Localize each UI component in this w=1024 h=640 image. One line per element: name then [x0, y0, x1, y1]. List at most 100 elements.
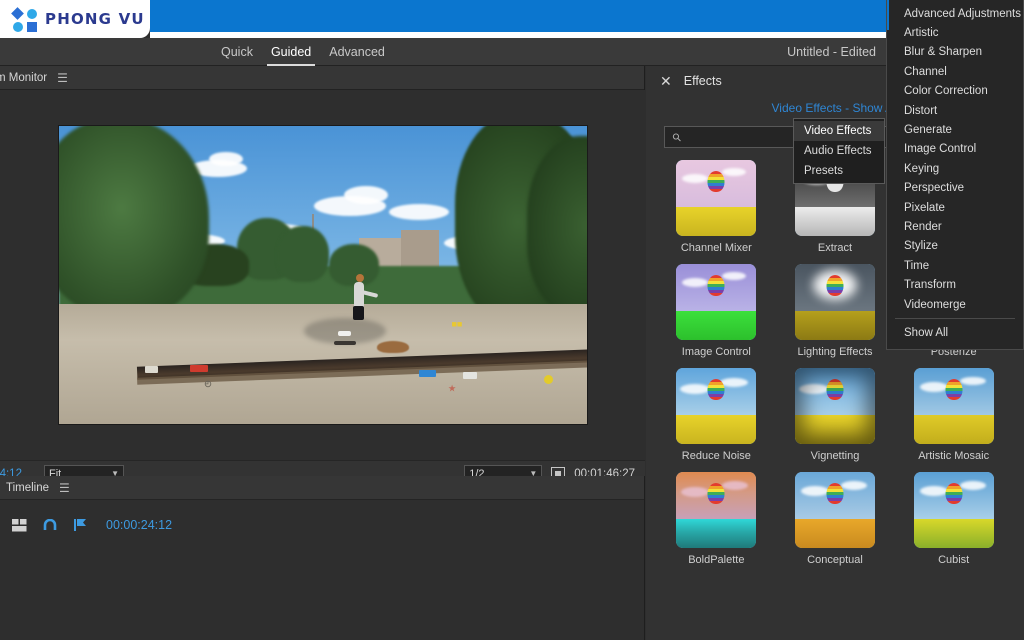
timeline-current-timecode[interactable]: 00:00:24:12 [106, 518, 172, 532]
menu-divider [895, 318, 1015, 320]
menu-item-show-all[interactable]: Show All [887, 323, 1023, 342]
effect-thumbnail [913, 472, 994, 548]
timeline-toolbar: 00:00:24:12 [0, 514, 645, 536]
effect-thumbnail [676, 368, 757, 444]
effect-label: Image Control [681, 346, 751, 358]
tab-guided[interactable]: Guided [262, 38, 320, 66]
monitor-menu-icon[interactable]: ☰ [57, 72, 68, 84]
dropdown-item-presets[interactable]: Presets [794, 161, 884, 181]
effect-thumbnail [794, 472, 875, 548]
monitor-tab-bar: m Monitor ☰ [0, 66, 644, 90]
effect-label: BoldPalette [688, 554, 745, 566]
effect-thumbnail [794, 264, 875, 340]
marker-flag-icon[interactable] [73, 518, 88, 532]
skater-shoe [337, 331, 351, 336]
skater-body [353, 282, 364, 308]
effect-item[interactable]: BoldPalette [664, 472, 769, 566]
sticker [543, 375, 553, 384]
timeline-menu-icon[interactable]: ☰ [59, 482, 70, 494]
effect-label: Cubist [938, 554, 970, 566]
sticker [418, 370, 436, 377]
cloud [343, 186, 388, 204]
menu-item-transform[interactable]: Transform [887, 275, 1023, 294]
sticker [144, 366, 158, 373]
document-title: Untitled - Edited [787, 44, 876, 59]
effect-item[interactable]: Reduce Noise [664, 368, 769, 462]
menu-item-generate[interactable]: Generate [887, 120, 1023, 139]
magnet-snap-icon[interactable] [43, 518, 57, 532]
video-stage: ◴ ★ ■■ [0, 90, 645, 460]
tree [276, 226, 329, 282]
timeline-tools [0, 518, 88, 532]
skater-head [355, 274, 364, 282]
tab-quick[interactable]: Quick [212, 38, 262, 66]
graffiti: ■■ [451, 319, 463, 329]
effect-label: Vignetting [810, 450, 860, 462]
effect-item[interactable]: Channel Mixer [664, 160, 769, 254]
menu-item-image-control[interactable]: Image Control [887, 140, 1023, 159]
menu-item-artistic[interactable]: Artistic [887, 23, 1023, 42]
menu-item-perspective[interactable]: Perspective [887, 179, 1023, 198]
cloud [208, 152, 243, 166]
tree [328, 244, 379, 286]
menu-accent-bar [887, 0, 889, 30]
effect-label: Artistic Mosaic [918, 450, 990, 462]
application-window: PHONG VU Quick Guided Advanced Untitled … [0, 0, 1024, 640]
effects-category-menu: Advanced Adjustments Artistic Blur & Sha… [886, 0, 1024, 350]
effect-label: Reduce Noise [681, 450, 751, 462]
effects-panel-title: Effects [683, 74, 722, 88]
menu-item-blur-sharpen[interactable]: Blur & Sharpen [887, 43, 1023, 62]
effects-filter-link[interactable]: Video Effects - Show All [772, 101, 899, 115]
effect-thumbnail [676, 264, 757, 340]
skateboard [333, 341, 356, 345]
menu-item-color-correction[interactable]: Color Correction [887, 82, 1023, 101]
sticker [462, 372, 477, 379]
dropdown-item-video-effects[interactable]: Video Effects [794, 121, 884, 141]
dropdown-item-audio-effects[interactable]: Audio Effects [794, 141, 884, 161]
effect-thumbnail [676, 472, 757, 548]
effect-thumbnail [794, 368, 875, 444]
effect-item[interactable]: Artistic Mosaic [901, 368, 1006, 462]
effect-item[interactable]: Cubist [901, 472, 1006, 566]
app-top-bar: Quick Guided Advanced Untitled - Edited [0, 38, 1024, 66]
brand-logo-bar[interactable]: PHONG VU [0, 0, 150, 38]
timeline-panel: Timeline ☰ 00:00:24:12 00:00:29:29 00:00… [0, 476, 645, 640]
timeline-tab-bar: Timeline ☰ [0, 476, 644, 500]
program-monitor-panel: m Monitor ☰ ◴ ★ ■■ 4:12 Fit ▼ 1/2 ▼ 00:0… [0, 66, 645, 542]
monitor-panel-title: m Monitor [0, 71, 48, 84]
effect-item[interactable]: Image Control [664, 264, 769, 358]
mode-tab-group: Quick Guided Advanced [212, 38, 394, 66]
menu-item-stylize[interactable]: Stylize [887, 237, 1023, 256]
menu-item-videomerge[interactable]: Videomerge [887, 295, 1023, 314]
effect-label: Lighting Effects [797, 346, 873, 358]
effect-thumbnail [676, 160, 757, 236]
effect-item[interactable]: Vignetting [783, 368, 888, 462]
menu-item-time[interactable]: Time [887, 256, 1023, 275]
effect-item[interactable]: Lighting Effects [783, 264, 888, 358]
effect-label: Extract [817, 242, 853, 254]
effect-item[interactable]: Conceptual [783, 472, 888, 566]
graffiti: ★ [448, 384, 456, 393]
effect-thumbnail [913, 368, 994, 444]
phongvu-logo-icon [11, 7, 38, 32]
menu-item-advanced-adjustments[interactable]: Advanced Adjustments [887, 4, 1023, 23]
menu-item-distort[interactable]: Distort [887, 101, 1023, 120]
sticker [189, 365, 208, 372]
search-icon: ⚲ [670, 130, 685, 145]
video-preview[interactable]: ◴ ★ ■■ [57, 125, 588, 425]
effect-label: Conceptual [807, 554, 863, 566]
menu-item-keying[interactable]: Keying [887, 159, 1023, 178]
tab-advanced[interactable]: Advanced [320, 38, 394, 66]
cloud [388, 204, 449, 220]
skater-legs [352, 306, 364, 320]
menu-item-pixelate[interactable]: Pixelate [887, 198, 1023, 217]
effect-label: Channel Mixer [680, 242, 752, 254]
timeline-panel-title: Timeline [6, 481, 50, 494]
effects-type-dropdown: Video Effects Audio Effects Presets [793, 118, 885, 184]
menu-item-channel[interactable]: Channel [887, 62, 1023, 81]
close-icon[interactable]: ✕ [660, 74, 672, 88]
menu-item-render[interactable]: Render [887, 217, 1023, 236]
debris [376, 341, 409, 353]
track-layout-icon[interactable] [12, 518, 27, 532]
brand-name: PHONG VU [45, 10, 145, 28]
